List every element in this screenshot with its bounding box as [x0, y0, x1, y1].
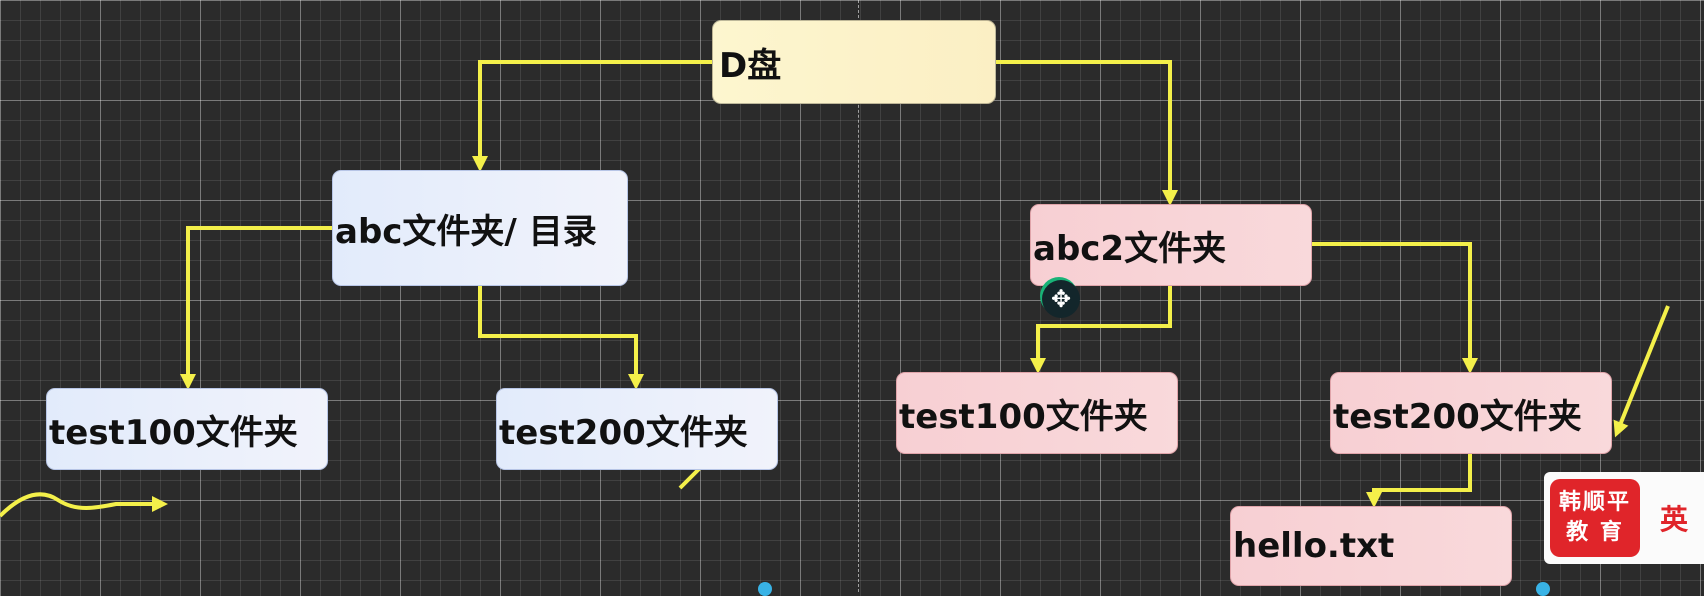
selection-handle-dot[interactable] — [758, 582, 772, 596]
node-abc2-folder[interactable]: abc2文件夹 — [1030, 204, 1312, 286]
node-right-test200-label: test200文件夹 — [1333, 396, 1582, 437]
connector-abc2-to-right-test200 — [1312, 242, 1478, 374]
logo-line1: 韩顺平 — [1558, 490, 1631, 515]
node-left-test100-label: test100文件夹 — [49, 412, 298, 453]
node-d-drive[interactable]: D盘 — [712, 20, 996, 104]
logo-badge: 韩顺平 教 育 — [1550, 479, 1640, 557]
connector-abc-to-left-test200 — [478, 286, 644, 390]
connector-abc-to-left-test100 — [180, 226, 332, 390]
node-hello-txt-label: hello.txt — [1233, 526, 1395, 566]
node-hello-txt-file[interactable]: hello.txt — [1230, 506, 1512, 586]
diagram-canvas[interactable]: D盘 abc文件夹/ 目录 test100文件夹 test200文件夹 abc2… — [0, 0, 1704, 596]
logo-line2: 教 育 — [1566, 520, 1624, 545]
annotation-stroke-right-test200 — [1613, 305, 1670, 438]
node-abc2-folder-label: abc2文件夹 — [1033, 228, 1227, 269]
annotation-squiggle — [0, 492, 168, 518]
node-abc-folder-label: abc文件夹/ 目录 — [335, 211, 597, 252]
selection-handle-dot[interactable] — [1536, 582, 1550, 596]
node-right-test200-folder[interactable]: test200文件夹 — [1330, 372, 1612, 454]
logo-side-text: 英 — [1660, 503, 1689, 536]
node-abc-folder[interactable]: abc文件夹/ 目录 — [332, 170, 628, 286]
node-left-test200-label: test200文件夹 — [499, 412, 748, 453]
connector-root-to-abc — [472, 60, 712, 172]
node-d-drive-label: D盘 — [719, 45, 782, 86]
node-right-test100-folder[interactable]: test100文件夹 — [896, 372, 1178, 454]
watermark-logo: 韩顺平 教 育 英 — [1544, 472, 1704, 564]
connector-root-to-abc2 — [996, 60, 1178, 206]
connector-test200-to-hello — [1366, 454, 1472, 508]
node-right-test100-label: test100文件夹 — [899, 396, 1148, 437]
node-left-test100-folder[interactable]: test100文件夹 — [46, 388, 328, 470]
node-left-test200-folder[interactable]: test200文件夹 — [496, 388, 778, 470]
move-cursor-icon: ✥ — [1042, 280, 1080, 318]
